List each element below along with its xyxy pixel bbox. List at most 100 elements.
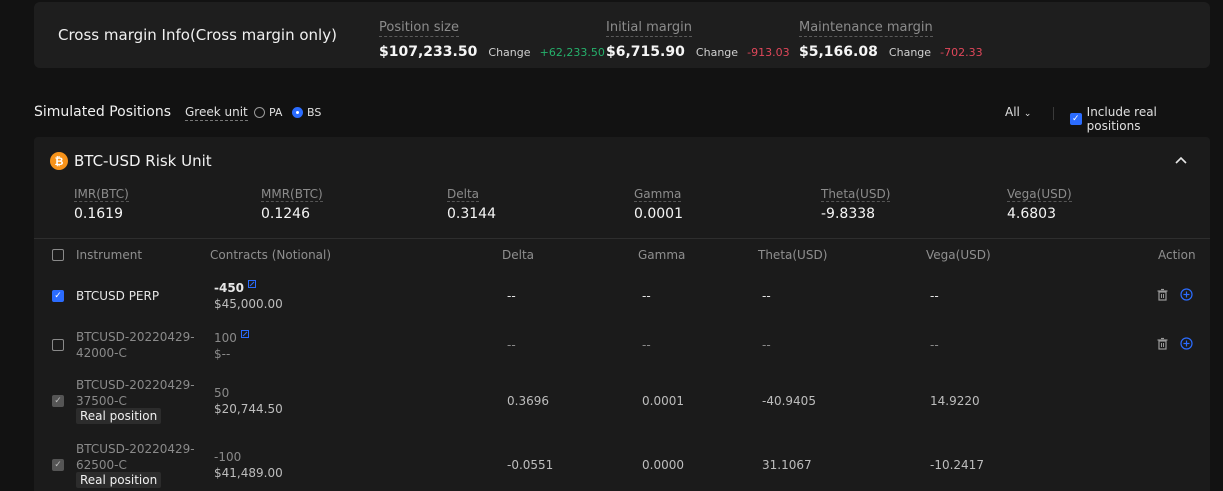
instrument-name-line2: 42000-C [76,346,127,360]
stat-vega-value: 4.6803 [1007,206,1056,222]
real-position-badge: Real position [76,472,162,488]
maintenance-margin-change: -702.33 [940,46,983,59]
vega-value: -10.2417 [930,458,984,472]
chevron-up-icon[interactable] [1174,153,1188,167]
stat-theta-value: -9.8338 [821,206,876,222]
col-gamma: Gamma [638,248,686,262]
position-filter-value: All [1005,105,1020,119]
risk-unit-panel: ₿ BTC-USD Risk Unit IMR(BTC) 0.1619 MMR(… [34,137,1210,491]
stat-theta: Theta(USD) -9.8338 [821,183,891,222]
stat-theta-label[interactable]: Theta(USD) [821,187,891,202]
include-real-positions-toggle[interactable]: ✓ Include real positions [1070,105,1210,133]
checkbox-checked-icon[interactable]: ✓ [1070,113,1082,125]
greek-unit-option-pa: PA [269,106,283,119]
position-size-change: +62,233.50 [539,46,605,59]
add-circle-icon[interactable] [1180,288,1193,301]
instrument-name-line1: BTCUSD-20220429- [76,442,195,456]
contracts-amount: 100 [214,331,237,345]
instrument-name: BTCUSD PERP [76,289,160,303]
edit-icon[interactable] [248,280,257,288]
contracts-amount: 50 [214,386,230,400]
cross-margin-title: Cross margin Info(Cross margin only) [58,26,337,44]
vega-value: -- [930,289,939,303]
stat-gamma-label[interactable]: Gamma [634,187,682,202]
stat-gamma: Gamma 0.0001 [634,183,683,222]
include-real-positions-label: Include real positions [1086,105,1157,133]
chevron-down-icon: ⌄ [1023,109,1032,119]
notional-value: $41,489.00 [214,466,283,480]
delta-value: -- [507,289,516,303]
notional-value: $20,744.50 [214,402,283,416]
col-delta: Delta [502,248,535,262]
change-label: Change [888,46,932,59]
maintenance-margin-metric: Maintenance margin $5,166.08 Change -702… [799,16,983,60]
delta-value: 0.3696 [507,394,549,408]
theta-value: -40.9405 [762,394,816,408]
simulated-positions-header: Simulated Positions Greek unit PA BS All… [34,104,1210,133]
greek-unit-label[interactable]: Greek unit [185,105,248,121]
bitcoin-icon: ₿ [50,152,68,170]
stat-gamma-value: 0.0001 [634,206,683,222]
gamma-value: 0.0000 [642,458,684,472]
risk-unit-header: ₿ BTC-USD Risk Unit [50,152,212,170]
row-checkbox[interactable] [52,339,64,351]
position-filter-dropdown[interactable]: All ⌄ [1005,105,1031,119]
add-circle-icon[interactable] [1180,337,1193,350]
cross-margin-card: Cross margin Info(Cross margin only) Pos… [34,2,1210,68]
instrument-name-line2: 62500-C [76,458,127,472]
stat-mmr: MMR(BTC) 0.1246 [261,183,323,222]
stat-delta-label[interactable]: Delta [447,187,480,202]
risk-unit-title: BTC-USD Risk Unit [74,152,212,170]
divider [1053,107,1054,120]
trash-icon[interactable] [1156,288,1169,301]
delta-value: -0.0551 [507,458,554,472]
col-instrument: Instrument [76,248,143,262]
radio-unselected-icon [254,107,265,118]
position-size-metric: Position size $107,233.50 Change +62,233… [379,16,605,60]
gamma-value: -- [642,289,651,303]
theta-value: -- [762,289,771,303]
col-action: Action [1158,248,1196,262]
contracts-value: 100 [214,330,249,345]
stat-vega-label[interactable]: Vega(USD) [1007,187,1072,202]
gamma-value: 0.0001 [642,394,684,408]
real-position-badge: Real position [76,408,162,424]
trash-icon[interactable] [1156,337,1169,350]
col-vega: Vega(USD) [926,248,991,262]
row-checkbox-disabled: ✓ [52,459,64,471]
row-checkbox-disabled: ✓ [52,395,64,407]
contracts-amount: -450 [214,281,245,295]
stat-mmr-value: 0.1246 [261,206,310,222]
vega-value: 14.9220 [930,394,980,408]
select-all-checkbox[interactable] [52,249,64,261]
greek-unit-radio-bs[interactable]: BS [292,106,321,119]
stat-mmr-label[interactable]: MMR(BTC) [261,187,323,202]
col-theta: Theta(USD) [758,248,828,262]
theta-value: 31.1067 [762,458,812,472]
delta-value: -- [507,338,516,352]
simulated-positions-title: Simulated Positions [34,104,171,120]
divider [34,238,1210,239]
instrument-name-line1: BTCUSD-20220429- [76,330,195,344]
stat-imr-label[interactable]: IMR(BTC) [74,187,129,202]
maintenance-margin-label[interactable]: Maintenance margin [799,20,933,37]
row-checkbox[interactable]: ✓ [52,290,64,302]
gamma-value: -- [642,338,651,352]
change-label: Change [488,46,531,59]
edit-icon[interactable] [240,330,249,338]
vega-value: -- [930,338,939,352]
col-contracts: Contracts (Notional) [210,248,332,262]
initial-margin-label[interactable]: Initial margin [606,20,692,37]
stat-imr: IMR(BTC) 0.1619 [74,183,129,222]
notional-value: $45,000.00 [214,297,283,311]
position-size-value: $107,233.50 [379,44,478,60]
greek-unit-radio-pa[interactable]: PA [254,106,282,119]
radio-selected-icon [292,107,303,118]
stat-imr-value: 0.1619 [74,206,123,222]
stat-delta: Delta 0.3144 [447,183,496,222]
theta-value: -- [762,338,771,352]
contracts-value: -450 [214,280,257,295]
position-size-label[interactable]: Position size [379,20,459,37]
initial-margin-value: $6,715.90 [606,44,685,60]
initial-margin-metric: Initial margin $6,715.90 Change -913.03 [606,16,790,60]
